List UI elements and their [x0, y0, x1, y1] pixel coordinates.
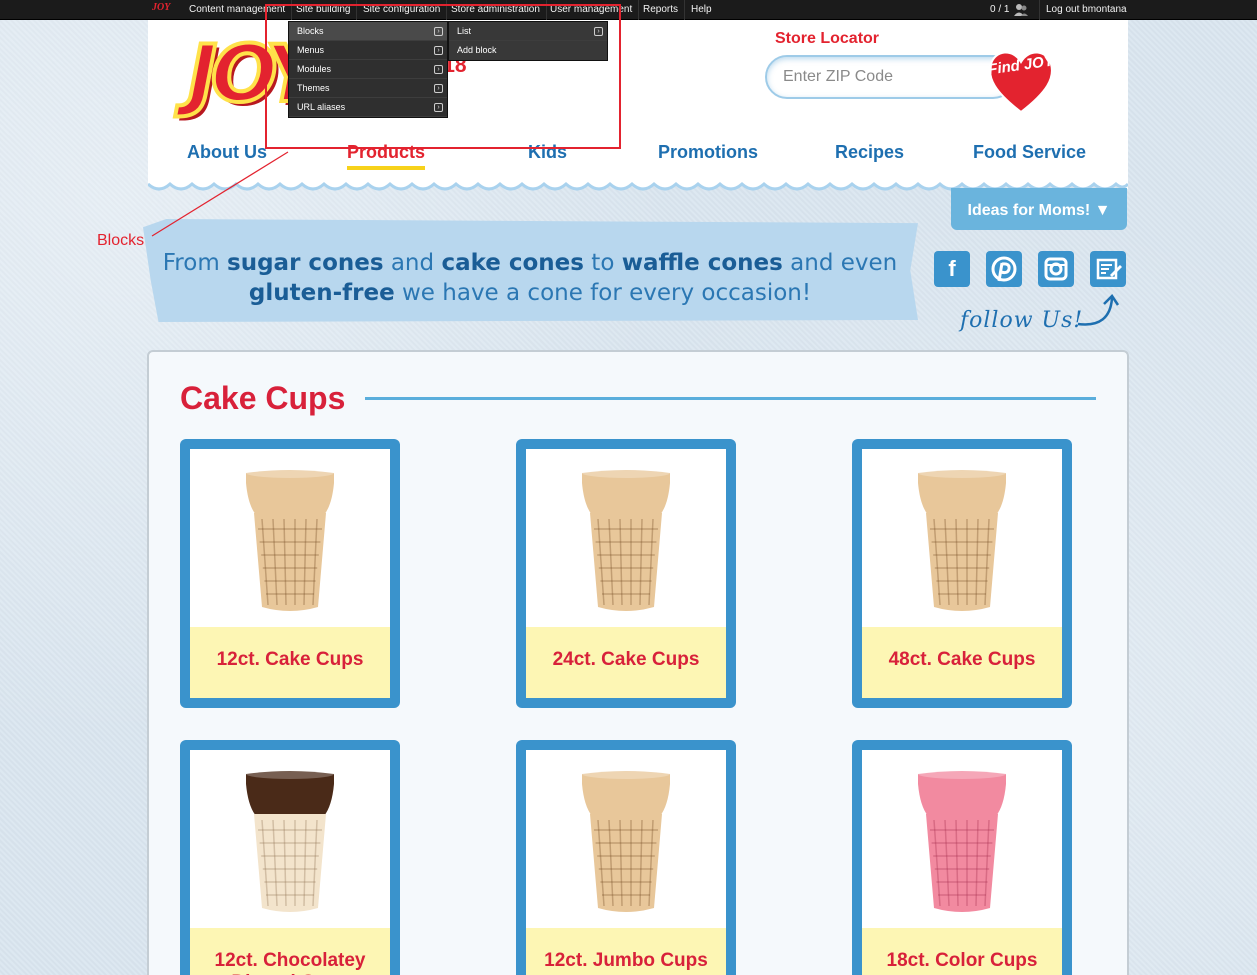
dropdown-item-label: URL aliases [297, 102, 346, 112]
tagline-segment: and even [782, 250, 898, 276]
tagline-segment: we have a cone for every occasion! [394, 280, 812, 306]
product-card[interactable]: 12ct. Jumbo Cups [516, 740, 736, 975]
product-image[interactable] [862, 750, 1062, 928]
product-name[interactable]: 48ct. Cake Cups [862, 627, 1062, 698]
tagline-text: From sugar cones and cake cones to waffl… [150, 248, 910, 308]
dropdown-item-themes[interactable]: Themes › [289, 79, 447, 98]
dropdown-item-menus[interactable]: Menus › [289, 41, 447, 60]
logout-link[interactable]: Log out bmontana [1039, 0, 1133, 20]
product-image[interactable] [190, 750, 390, 928]
tagline-segment: to [583, 250, 622, 276]
cone-image [246, 769, 334, 912]
nav-about-us[interactable]: About Us [187, 142, 267, 163]
dropdown-item-modules[interactable]: Modules › [289, 60, 447, 79]
users-online-count: 0 / 1 [990, 4, 1010, 15]
submenu-item-label: List [457, 26, 472, 36]
submenu-item-list[interactable]: List › [449, 22, 607, 41]
tagline-segment: From [162, 250, 228, 276]
facebook-icon: f [948, 256, 956, 281]
zip-code-input[interactable] [765, 55, 1015, 99]
section-title: Cake Cups [180, 380, 346, 416]
nav-promotions[interactable]: Promotions [658, 142, 758, 163]
cone-image [246, 468, 334, 611]
facebook-link[interactable]: f [934, 251, 970, 287]
dropdown-item-label: Themes [297, 83, 330, 93]
nav-food-service[interactable]: Food Service [973, 142, 1086, 163]
submenu-arrow-icon: › [434, 65, 443, 74]
admin-toolbar: JOY Content management Site building Sit… [0, 0, 1257, 20]
admin-logo[interactable]: JOY [152, 2, 176, 18]
find-joy-button[interactable]: Find JOY [985, 44, 1057, 116]
store-locator-label: Store Locator [775, 30, 880, 47]
submenu-arrow-icon: › [434, 46, 443, 55]
submenu-arrow-icon: › [434, 84, 443, 93]
dropdown-item-blocks[interactable]: Blocks › [289, 22, 447, 41]
menu-help[interactable]: Help [685, 0, 718, 20]
product-name[interactable]: 18ct. Color Cups [862, 928, 1062, 975]
product-card[interactable]: 12ct. Cake Cups [180, 439, 400, 708]
annotation-label: Blocks [97, 232, 145, 249]
tagline-highlight: sugar cones [227, 250, 384, 276]
product-card[interactable]: 48ct. Cake Cups [852, 439, 1072, 708]
product-name[interactable]: 12ct. Jumbo Cups [526, 928, 726, 975]
menu-site-configuration[interactable]: Site configuration [357, 0, 448, 20]
site-building-dropdown: Blocks › Menus › Modules › Themes › URL alia… [288, 21, 448, 118]
submenu-arrow-icon: › [434, 103, 443, 112]
product-image[interactable] [862, 449, 1062, 627]
tagline-highlight: cake cones [441, 250, 584, 276]
product-name[interactable]: 12ct. Cake Cups [190, 627, 390, 698]
menu-reports[interactable]: Reports [637, 0, 686, 20]
dropdown-item-label: Menus [297, 45, 325, 55]
ideas-for-moms-button[interactable]: Ideas for Moms! ▼ [951, 188, 1127, 230]
dropdown-item-url-aliases[interactable]: URL aliases › [289, 98, 447, 117]
nav-recipes[interactable]: Recipes [835, 142, 904, 163]
blog-icon [1090, 251, 1126, 287]
pinterest-link[interactable] [986, 251, 1022, 287]
submenu-arrow-icon: › [594, 27, 603, 36]
blog-link[interactable] [1090, 251, 1126, 287]
nav-products[interactable]: Products [347, 142, 425, 163]
blocks-submenu: List › Add block [448, 21, 608, 61]
instagram-icon [1038, 251, 1074, 287]
menu-store-administration[interactable]: Store administration [445, 0, 547, 20]
product-card[interactable]: 18ct. Color Cups [852, 740, 1072, 975]
follow-us-text: follow Us! [960, 308, 1084, 333]
submenu-item-add-block[interactable]: Add block [449, 41, 607, 60]
product-name[interactable]: 12ct. Chocolatey Dipped Cups [190, 928, 390, 975]
curved-arrow-icon [1077, 294, 1120, 326]
tagline-highlight: gluten-free [248, 280, 395, 306]
menu-content-management[interactable]: Content management [183, 0, 293, 20]
menu-site-building[interactable]: Site building [290, 0, 358, 20]
active-nav-underline [347, 166, 425, 170]
submenu-arrow-icon: › [434, 27, 443, 36]
tagline-segment: and [383, 250, 442, 276]
product-name[interactable]: 24ct. Cake Cups [526, 627, 726, 698]
users-icon [1013, 3, 1029, 17]
product-card[interactable]: 12ct. Chocolatey Dipped Cups [180, 740, 400, 975]
cone-image [918, 468, 1006, 611]
nav-kids[interactable]: Kids [528, 142, 567, 163]
product-card[interactable]: 24ct. Cake Cups [516, 439, 736, 708]
dropdown-item-label: Modules [297, 64, 332, 74]
tagline-highlight: waffle cones [621, 250, 783, 276]
product-image[interactable] [190, 449, 390, 627]
dropdown-item-label: Blocks [297, 26, 324, 36]
product-image[interactable] [526, 750, 726, 928]
submenu-item-label: Add block [457, 45, 497, 55]
instagram-link[interactable] [1038, 251, 1074, 287]
pinterest-icon [986, 251, 1022, 287]
cone-image [582, 769, 670, 912]
cone-image [582, 468, 670, 611]
menu-user-management[interactable]: User management [544, 0, 640, 20]
product-image[interactable] [526, 449, 726, 627]
cone-image [918, 769, 1006, 912]
title-rule [365, 397, 1096, 400]
